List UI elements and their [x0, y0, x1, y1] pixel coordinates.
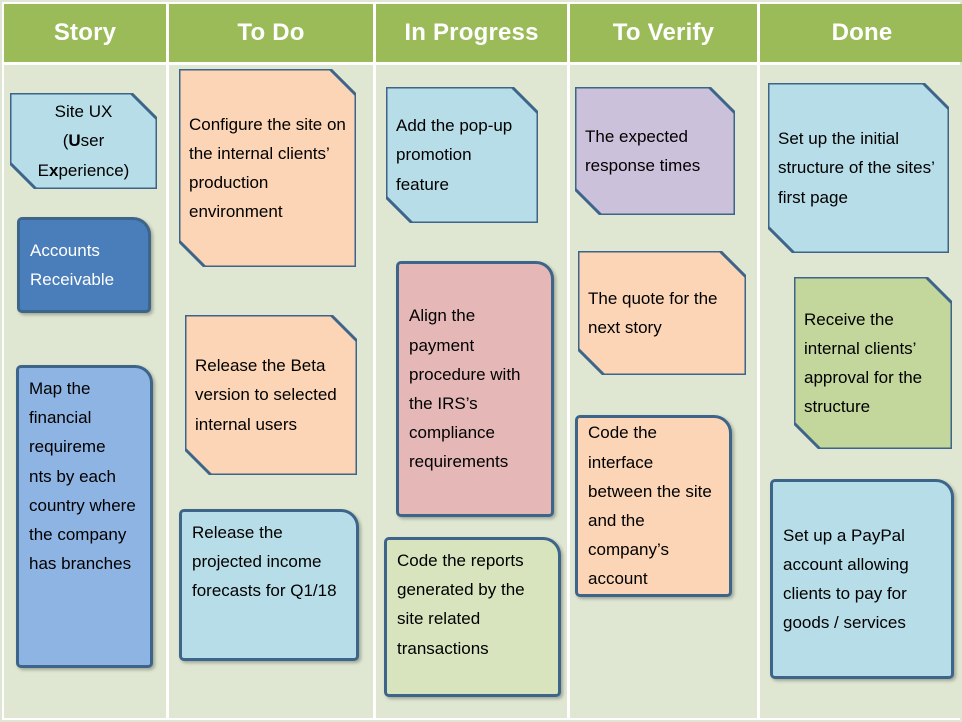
column-header-in-progress-label: In Progress — [404, 19, 539, 46]
column-header-story[interactable]: Story — [4, 4, 166, 62]
card-release-beta[interactable]: Release the Beta version to selected int… — [185, 315, 357, 475]
card-map-financial[interactable]: Map the financial requireme nts by each c… — [16, 365, 153, 668]
card-text: Code the interface between the site and … — [588, 423, 712, 589]
card-site-ux[interactable]: Site UX (User Experience) — [10, 93, 157, 189]
card-setup-paypal[interactable]: Set up a PayPal account allowing clients… — [770, 479, 954, 679]
board-body: Site UX (User Experience) Accounts Receivabl… — [2, 62, 962, 720]
column-done[interactable]: Set up the initial structure of the site… — [760, 65, 962, 718]
column-header-done-label: Done — [831, 19, 893, 46]
column-in-progress[interactable]: Add the pop-up promotion feature Align th… — [376, 65, 567, 718]
card-setup-initial-structure[interactable]: Set up the initial structure of the site… — [768, 83, 949, 253]
card-text: Set up the initial structure of the site… — [778, 129, 935, 207]
column-header-done[interactable]: Done — [760, 4, 962, 62]
card-code-interface[interactable]: Code the interface between the site and … — [575, 415, 732, 597]
card-text: Map the financial requireme nts by each c… — [29, 379, 136, 574]
column-story[interactable]: Site UX (User Experience) Accounts Receivabl… — [4, 65, 166, 718]
card-text: Code the reports generated by the site r… — [397, 551, 525, 658]
column-header-in-progress[interactable]: In Progress — [376, 4, 567, 62]
card-text: Accounts Receivable — [30, 240, 115, 289]
card-quote-next-story[interactable]: The quote for the next story — [578, 251, 746, 375]
card-receive-approval[interactable]: Receive the internal clients’ approval f… — [794, 277, 952, 449]
column-to-verify[interactable]: The expected response times The quote for… — [570, 65, 757, 718]
board-frame: Story To Do In Progress To Verify Done S… — [0, 0, 962, 722]
card-expected-response-times[interactable]: The expected response times — [575, 87, 735, 215]
card-text: Site UX (User Experience) — [37, 102, 130, 180]
card-add-popup[interactable]: Add the pop-up promotion feature — [386, 87, 538, 223]
card-text: Release the projected income forecasts f… — [192, 523, 337, 601]
card-text: Configure the site on the internal clien… — [189, 114, 346, 222]
card-text: Set up a PayPal account allowing clients… — [783, 525, 909, 633]
card-text: The expected response times — [585, 126, 701, 175]
card-align-payment[interactable]: Align the payment procedure with the IRS… — [396, 261, 554, 517]
column-todo[interactable]: Configure the site on the internal clien… — [169, 65, 373, 718]
column-header-to-verify-label: To Verify — [612, 19, 715, 46]
card-text: Align the payment procedure with the IRS… — [409, 306, 521, 472]
card-accounts-receivable[interactable]: Accounts Receivable — [17, 217, 151, 313]
column-header-todo[interactable]: To Do — [169, 4, 373, 62]
kanban-board: Story To Do In Progress To Verify Done S… — [0, 0, 962, 722]
card-text: Release the Beta version to selected int… — [195, 356, 337, 434]
card-code-reports[interactable]: Code the reports generated by the site r… — [384, 537, 561, 697]
card-text: Receive the internal clients’ approval f… — [804, 309, 923, 417]
column-header-row: Story To Do In Progress To Verify Done — [2, 2, 962, 62]
card-text: Add the pop-up promotion feature — [396, 116, 513, 194]
column-header-story-label: Story — [53, 19, 117, 46]
card-release-forecasts[interactable]: Release the projected income forecasts f… — [179, 509, 359, 661]
column-header-to-verify[interactable]: To Verify — [570, 4, 757, 62]
card-configure-site[interactable]: Configure the site on the internal clien… — [179, 69, 356, 267]
column-header-todo-label: To Do — [237, 19, 305, 46]
card-text: The quote for the next story — [588, 288, 718, 337]
